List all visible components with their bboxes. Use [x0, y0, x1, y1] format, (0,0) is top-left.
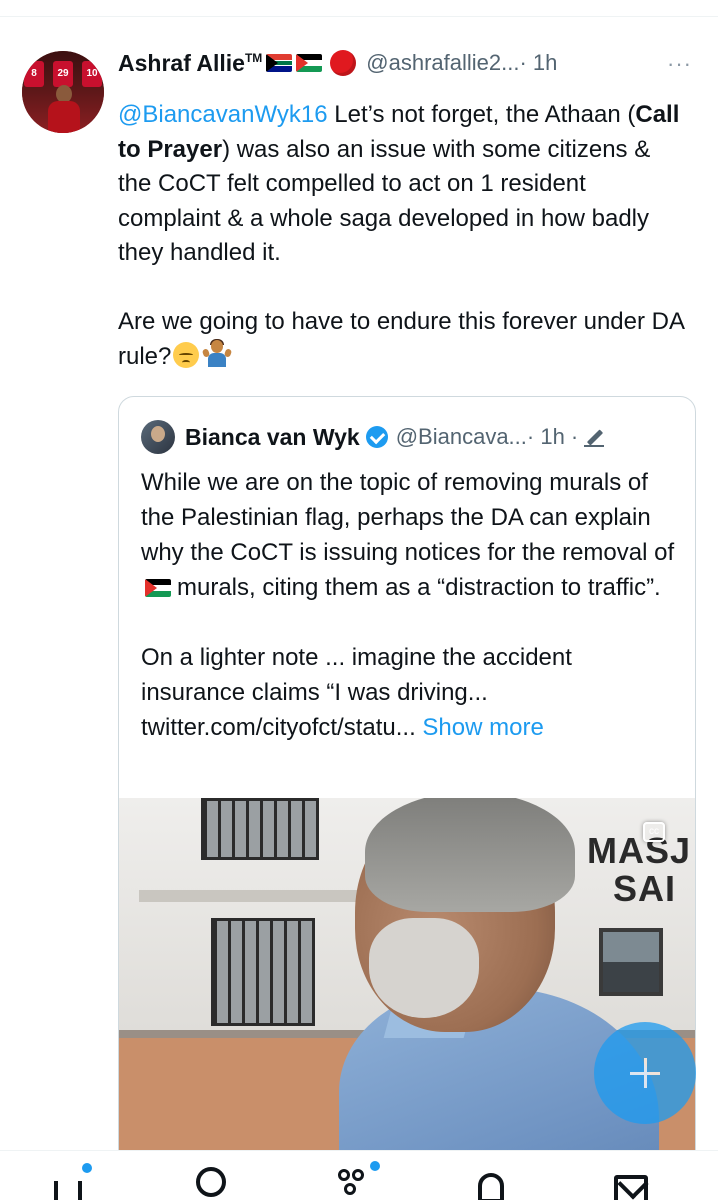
window [599, 928, 663, 996]
bottom-navigation [0, 1150, 718, 1200]
palestine-flag-icon [145, 579, 171, 597]
search-icon[interactable] [184, 1151, 244, 1200]
edit-icon [584, 427, 605, 447]
quoted-tweet-text: While we are on the topic of removing mu… [141, 469, 675, 741]
author-name[interactable]: Ashraf AllieTM [118, 50, 262, 77]
avatar-shirt-number: 10 [82, 61, 102, 87]
south-africa-flag-icon [266, 54, 293, 72]
notification-dot [82, 1163, 92, 1173]
tweet-time: · 1h [519, 50, 558, 75]
tweet-text: @BiancavanWyk16 Let’s not forget, the At… [118, 101, 684, 370]
quoted-author-handle[interactable]: @Biancava...· 1h · [396, 424, 579, 450]
avatar-shirt-number: 8 [24, 61, 44, 87]
avatar[interactable]: 8 29 10 [22, 51, 104, 133]
author-handle[interactable]: @ashrafallie2...· 1h [366, 50, 557, 76]
more-options-icon[interactable]: ··· [667, 51, 692, 77]
mention-link[interactable]: @BiancavanWyk16 [118, 101, 328, 128]
window-grille [201, 798, 319, 860]
top-divider [0, 16, 718, 17]
quoted-link[interactable]: twitter.com/cityofct/statu... [141, 714, 416, 741]
tweet-header: Ashraf AllieTM @ashrafallie2...· 1h ··· [118, 47, 698, 79]
masjid-sign: MASJ SAI [587, 830, 692, 909]
show-more-link[interactable]: Show more [422, 714, 543, 741]
quoted-tweet-time: · 1h · [526, 424, 579, 449]
home-icon[interactable] [42, 1151, 102, 1200]
quoted-tweet-header: Bianca van Wyk @Biancava...· 1h · [141, 420, 681, 454]
notification-dot [370, 1161, 380, 1171]
quoted-tweet-media[interactable]: MASJ SAI cc [119, 798, 695, 1200]
verified-badge-icon [365, 426, 388, 448]
captions-icon[interactable]: cc [643, 822, 665, 842]
communities-icon[interactable] [324, 1151, 384, 1200]
palestine-flag-icon [296, 54, 323, 72]
quoted-author-name[interactable]: Bianca van Wyk [185, 424, 360, 451]
pensive-face-icon [173, 341, 200, 368]
notifications-icon[interactable] [462, 1151, 522, 1200]
quoted-avatar[interactable] [141, 420, 175, 454]
red-circle-icon [330, 50, 357, 76]
messages-icon[interactable] [604, 1151, 664, 1200]
window-grille [211, 918, 315, 1026]
avatar-shirt-number: 29 [53, 61, 73, 87]
person-shrugging-icon [202, 338, 233, 368]
compose-button[interactable] [594, 1022, 696, 1124]
